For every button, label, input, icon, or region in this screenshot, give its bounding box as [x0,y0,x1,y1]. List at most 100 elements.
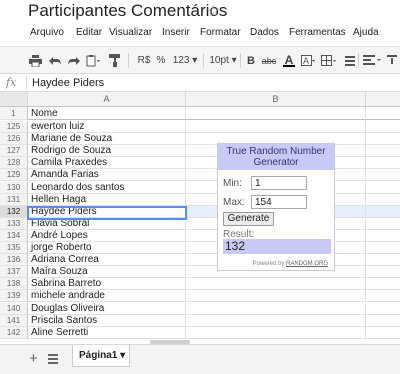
all-sheets-list-icon[interactable] [48,354,58,367]
cell-name[interactable]: Camila Praxedes [28,157,186,170]
menu-inserir[interactable]: Inserir [162,27,190,38]
menu-visualizar[interactable]: Visualizar [109,27,152,38]
cell-c[interactable] [366,230,400,242]
borders-icon[interactable] [320,53,338,68]
cell-c[interactable] [366,254,400,267]
row-header[interactable]: 138 [0,278,28,291]
cell-name[interactable]: Maíra Souza [28,266,186,279]
cell-c[interactable] [366,157,400,170]
cell-c[interactable] [366,266,400,279]
clipboard-format-icon[interactable] [85,53,103,68]
row-header[interactable]: 140 [0,302,28,315]
cell-name[interactable]: Leonardo dos santos [28,181,186,194]
menu-arquivo[interactable]: Arquivo [30,27,64,38]
random-org-link[interactable]: RANDOM.ORG [286,261,328,267]
row-header[interactable]: 130 [0,181,28,194]
cell-b[interactable] [186,290,366,303]
redo-icon[interactable] [66,53,80,68]
column-header-c[interactable] [366,92,400,107]
cell-c[interactable] [366,145,400,158]
cell-c[interactable] [366,182,400,194]
cell-c[interactable] [366,315,400,327]
font-size-dropdown[interactable]: 10pt ▾ [208,53,238,68]
cell-name[interactable]: ewerton luiz [28,121,186,133]
menu-ajuda[interactable]: Ajuda [353,27,379,38]
row-header[interactable]: 136 [0,254,28,267]
row-header[interactable]: 125 [0,121,28,133]
max-input[interactable] [251,195,307,209]
cell-b[interactable] [186,278,366,291]
cell-name[interactable]: Aline Serretti [28,326,186,339]
row-header[interactable]: 133 [0,217,28,230]
cell-name[interactable]: Mariane de Souza [28,133,186,146]
cell-name[interactable]: Hellen Haga [28,193,186,206]
cell-c[interactable] [366,218,400,230]
cell-name[interactable]: Rodrigo de Souza [28,145,186,158]
cell-name[interactable]: Flávia Sobral [28,217,186,230]
row-header[interactable]: 127 [0,145,28,158]
cell-name[interactable]: Amanda Farias [28,169,186,182]
star-icon[interactable]: ☆ [206,1,220,21]
column-header-a[interactable]: A [28,92,186,107]
cell-c[interactable] [366,278,400,291]
cell-b[interactable] [186,314,366,327]
cell-a1[interactable]: Nome [28,107,186,120]
document-title[interactable]: Participantes Comentários [28,1,227,21]
row-header[interactable]: 139 [0,290,28,303]
row-header[interactable]: 134 [0,229,28,242]
cell-name[interactable]: Douglas Oliveira [28,302,186,315]
cell-name[interactable]: Haydee Piders [28,205,186,218]
percent-format-button[interactable]: % [155,53,167,68]
row-header[interactable]: 129 [0,169,28,182]
row-header[interactable]: 131 [0,193,28,206]
cell-c[interactable] [366,133,400,146]
paint-format-icon[interactable] [108,53,122,68]
cell-b[interactable] [186,326,366,339]
cell-c[interactable] [366,327,400,339]
row-header[interactable]: 128 [0,157,28,170]
formula-input[interactable]: Haydee Piders [32,77,104,89]
row-header[interactable]: 126 [0,133,28,146]
cell-c1[interactable] [366,107,400,120]
vertical-align-icon[interactable] [386,53,398,68]
cell-name[interactable]: Priscila Santos [28,314,186,327]
strikethrough-button[interactable]: abc [260,53,278,68]
bold-button[interactable]: B [246,53,256,68]
cell-b[interactable] [186,302,366,315]
cell-b[interactable] [186,121,366,133]
cell-name[interactable]: André Lopes [28,229,186,242]
print-icon[interactable] [28,53,42,68]
menu-ferramentas[interactable]: Ferramentas [289,27,346,38]
cell-c[interactable] [366,303,400,315]
cell-name[interactable]: jorge Roberto [28,242,186,254]
row-header[interactable]: 137 [0,266,28,279]
cell-c[interactable] [366,169,400,182]
fill-color-icon[interactable]: A [300,53,316,68]
row-header[interactable]: 132 [0,205,28,218]
generate-button[interactable]: Generate [223,212,274,226]
cell-name[interactable]: Sabrina Barreto [28,278,186,291]
cell-c[interactable] [366,194,400,206]
merge-cells-icon[interactable] [344,53,356,68]
row-header[interactable]: 142 [0,326,28,339]
currency-format-button[interactable]: R$ [136,53,152,68]
cell-c[interactable] [366,290,400,303]
row-header[interactable]: 141 [0,314,28,327]
sheet-tab-pagina1[interactable]: Página1 ▾ [72,345,130,367]
text-color-button[interactable]: A [282,53,296,68]
undo-icon[interactable] [48,53,62,68]
select-all-corner[interactable] [0,92,28,107]
cell-c[interactable] [366,206,400,218]
cell-c[interactable] [366,121,400,133]
min-input[interactable] [251,176,307,190]
row-header[interactable]: 1 [0,107,28,120]
add-sheet-button[interactable]: + [29,350,38,367]
menu-editar[interactable]: Editar [76,27,102,38]
align-dropdown-icon[interactable] [362,53,384,68]
menu-formatar[interactable]: Formatar [200,27,241,38]
menu-dados[interactable]: Dados [250,27,279,38]
cell-name[interactable]: michele andrade [28,290,186,303]
column-header-b[interactable]: B [186,92,366,107]
number-format-dropdown[interactable]: 123 ▾ [170,53,200,68]
cell-b1[interactable] [186,107,366,120]
